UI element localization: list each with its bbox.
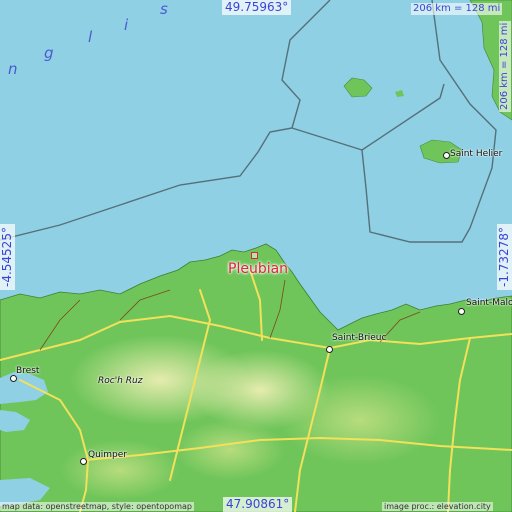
scale-vertical: 206 km = 128 mi: [499, 20, 511, 112]
map-credit: map data: openstreetmap, style: opentopo…: [0, 502, 194, 511]
sea-label-letter: g: [44, 44, 54, 62]
highland-south-center: [175, 420, 285, 480]
map-view[interactable]: n g l i s Saint Helier Saint-Malo Saint-…: [0, 0, 512, 512]
city-label: Saint-Brieuc: [332, 333, 387, 343]
city-label: Brest: [16, 366, 40, 376]
city-label: Saint Helier: [450, 149, 503, 159]
sea-label-letter: s: [160, 0, 168, 18]
sea-label-letter: l: [88, 28, 93, 46]
place-marker[interactable]: [251, 252, 258, 259]
city-marker: [458, 308, 465, 315]
city-marker: [80, 458, 87, 465]
image-credit: image proc.: elevation.city: [382, 502, 493, 511]
sea-label-letter: i: [124, 16, 129, 34]
highland-south: [60, 440, 180, 500]
scale-horizontal: 206 km = 128 mi: [411, 3, 503, 15]
city-marker: [10, 375, 17, 382]
coord-left: -4.54525°: [0, 224, 15, 290]
sea-label-letter: n: [8, 60, 18, 78]
coord-right: -1.73278°: [497, 224, 512, 290]
city-marker: [326, 346, 333, 353]
peak-label: Roc'h Ruz: [98, 376, 143, 386]
city-marker: [443, 152, 450, 159]
city-label: Quimper: [88, 450, 128, 460]
coord-bottom: 47.90861°: [223, 497, 293, 512]
city-label: Saint-Malo: [466, 298, 512, 308]
coord-top: 49.75963°: [222, 0, 292, 15]
place-label[interactable]: Pleubian: [228, 261, 288, 277]
